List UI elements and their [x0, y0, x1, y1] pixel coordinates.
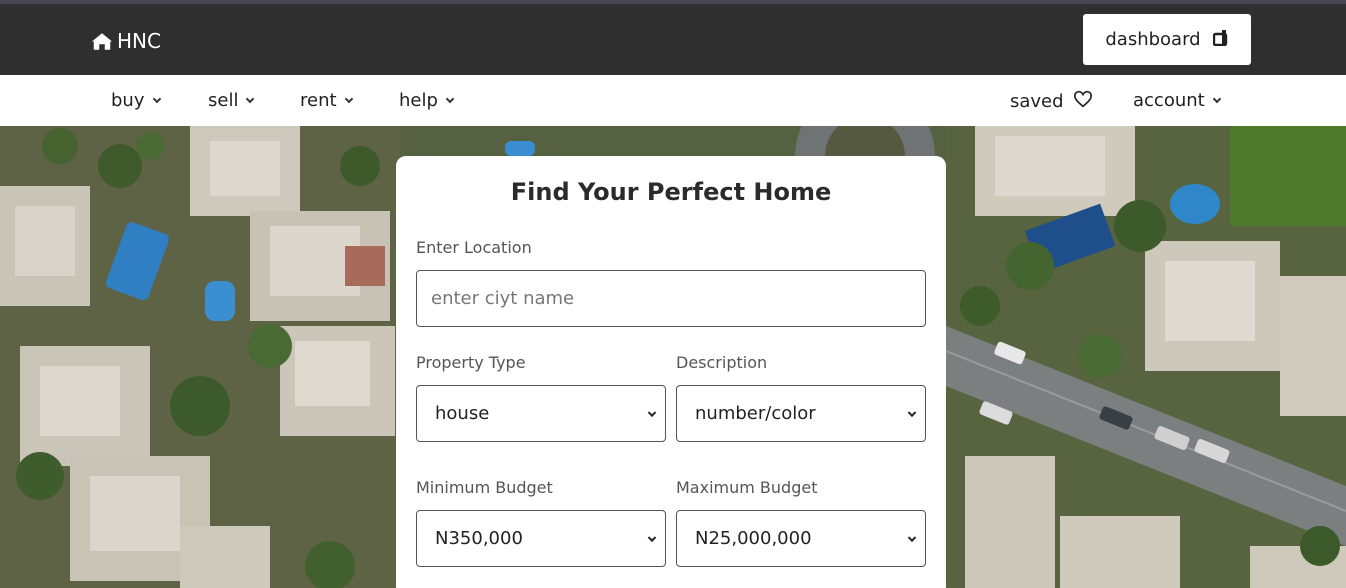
chevron-down-icon — [445, 94, 455, 103]
nav-sell-label: sell — [208, 90, 239, 111]
property-type-value: house — [435, 403, 490, 424]
chevron-down-icon — [907, 408, 917, 417]
location-input[interactable]: enter ciyt name — [416, 270, 926, 327]
search-card: Find Your Perfect Home Enter Location en… — [396, 156, 946, 588]
heart-icon — [1073, 90, 1093, 113]
nav-rent[interactable]: rent — [300, 90, 353, 111]
nav-buy[interactable]: buy — [111, 90, 161, 111]
nav-account[interactable]: account — [1133, 90, 1221, 111]
max-budget-select[interactable]: N25,000,000 — [676, 510, 926, 567]
chevron-down-icon — [246, 94, 255, 103]
chevron-down-icon — [1212, 94, 1221, 103]
brand-name: HNC — [117, 29, 161, 53]
chevron-down-icon — [907, 533, 917, 542]
max-budget-label: Maximum Budget — [676, 478, 818, 497]
description-select[interactable]: number/color — [676, 385, 926, 442]
description-label: Description — [676, 353, 768, 372]
nav-saved[interactable]: saved — [1010, 90, 1093, 113]
dashboard-label: dashboard — [1105, 29, 1201, 50]
nav-rent-label: rent — [300, 90, 337, 111]
brand-logo[interactable]: HNC — [91, 29, 161, 53]
home-icon — [91, 32, 113, 51]
chevron-down-icon — [344, 94, 353, 103]
description-value: number/color — [695, 403, 816, 424]
max-budget-value: N25,000,000 — [695, 528, 812, 549]
location-label: Enter Location — [416, 238, 532, 257]
dashboard-button[interactable]: dashboard — [1083, 14, 1251, 65]
property-type-select[interactable]: house — [416, 385, 666, 442]
min-budget-value: N350,000 — [435, 528, 523, 549]
nav-account-label: account — [1133, 90, 1205, 111]
nav-help[interactable]: help — [399, 90, 455, 111]
min-budget-select[interactable]: N350,000 — [416, 510, 666, 567]
min-budget-label: Minimum Budget — [416, 478, 553, 497]
location-placeholder: enter ciyt name — [431, 288, 575, 309]
nav-saved-label: saved — [1010, 91, 1064, 112]
nav-buy-label: buy — [111, 90, 145, 111]
top-header: HNC dashboard — [0, 4, 1346, 75]
search-title: Find Your Perfect Home — [510, 178, 832, 206]
dashboard-icon — [1212, 29, 1229, 51]
chevron-down-icon — [152, 94, 161, 103]
chevron-down-icon — [647, 408, 657, 417]
property-type-label: Property Type — [416, 353, 526, 372]
chevron-down-icon — [647, 533, 657, 542]
main-nav: buy sell rent help saved account — [0, 75, 1346, 126]
nav-help-label: help — [399, 90, 438, 111]
nav-sell[interactable]: sell — [208, 90, 255, 111]
